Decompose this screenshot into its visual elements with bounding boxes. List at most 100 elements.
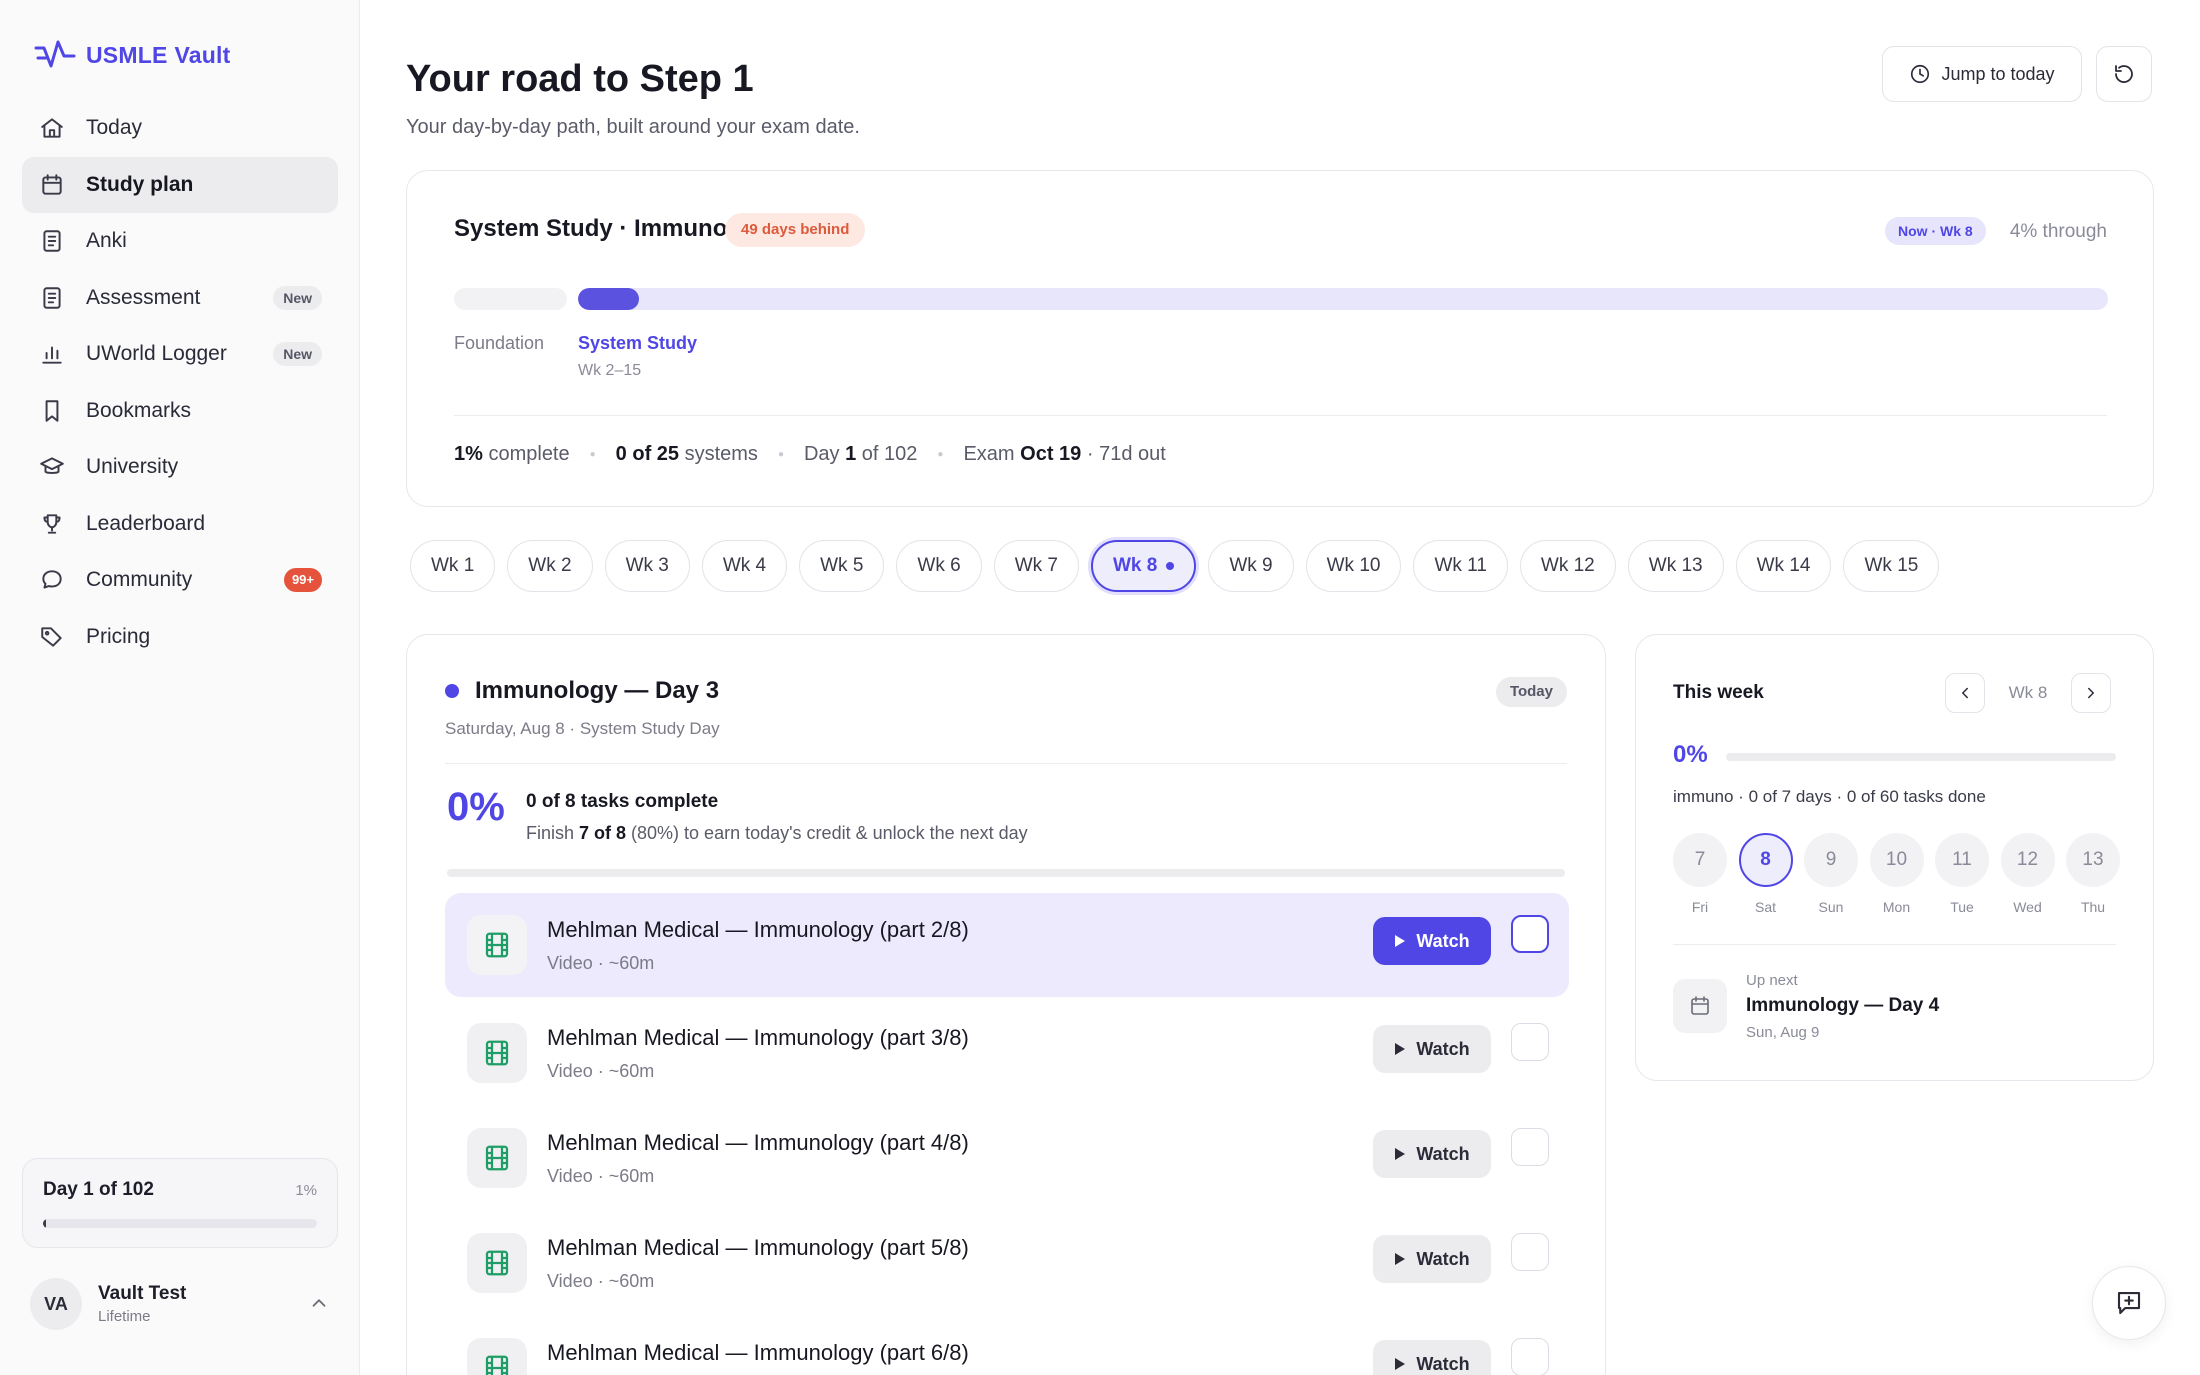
day-tasks-complete: 0 of 8 tasks complete [526,791,719,812]
divider [445,763,1567,764]
day-credit-hint: Finish 7 of 8 (80%) to earn today's cred… [526,823,1028,843]
week-day-fri[interactable]: 7 Fri [1673,833,1727,915]
behind-badge: 49 days behind [725,213,866,247]
week-tabs: Wk 1 Wk 2 Wk 3 Wk 4 Wk 5 Wk 6 Wk 7 Wk 8 Wk 9 Wk 1… [410,540,1940,592]
refresh-button[interactable] [2096,46,2152,102]
week-tab-label: Wk 10 [1326,555,1381,576]
task-title: Mehlman Medical — Immunology (part 5/8) [547,1235,969,1260]
sidebar-nav: Today Study plan Anki Assessment New UWor… [22,100,338,665]
sidebar-item-label: Community [86,568,193,591]
week-day-sat[interactable]: 8 Sat [1738,833,1793,915]
up-next-title[interactable]: Immunology — Day 4 [1746,995,1939,1017]
week-tab-5[interactable]: Wk 5 [799,540,885,592]
week-tab-13[interactable]: Wk 13 [1627,540,1724,592]
up-next-label: Up next [1746,972,1798,989]
week-tab-label: Wk 1 [431,555,475,576]
week-tab-7[interactable]: Wk 7 [993,540,1079,592]
week-summary: immuno · 0 of 7 days · 0 of 60 tasks don… [1673,787,1986,806]
stat-exam: Exam Oct 19 · 71d out [963,443,1166,465]
jump-to-today-button[interactable]: Jump to today [1882,46,2082,102]
watch-button[interactable]: Watch [1373,1025,1491,1073]
task-checkbox[interactable] [1511,1338,1549,1375]
week-day-thu[interactable]: 13 Thu [2066,833,2120,915]
play-icon [1395,935,1406,947]
watch-button[interactable]: Watch [1373,1340,1491,1375]
day-name: Wed [2013,899,2042,915]
sidebar-item-study-plan[interactable]: Study plan [22,156,338,213]
week-tab-15[interactable]: Wk 15 [1843,540,1940,592]
week-tab-label: Wk 12 [1540,555,1595,576]
week-tab-9[interactable]: Wk 9 [1208,540,1294,592]
sidebar-item-anki[interactable]: Anki [22,213,338,269]
day-number: 8 [1738,833,1793,887]
watch-button[interactable]: Watch [1373,917,1491,965]
chevron-left-icon [1962,687,1968,699]
sidebar-item-assessment[interactable]: Assessment New [22,270,338,326]
document-icon [38,284,66,312]
user-name: Vault Test [98,1283,187,1304]
sidebar-item-uworld-logger[interactable]: UWorld Logger New [22,326,338,382]
feedback-button[interactable] [2092,1266,2166,1340]
sidebar-item-today[interactable]: Today [22,100,338,156]
film-icon [467,1338,527,1375]
previous-week-button[interactable] [1945,673,1985,713]
sidebar-item-label: Bookmarks [86,398,192,422]
task-title: Mehlman Medical — Immunology (part 3/8) [547,1025,969,1050]
task-checkbox[interactable] [1511,1233,1549,1271]
week-tab-14[interactable]: Wk 14 [1735,540,1832,592]
watch-button[interactable]: Watch [1373,1235,1491,1283]
stat-day: Day 1 of 102 [803,443,918,465]
week-tab-label: Wk 14 [1756,555,1811,576]
trophy-icon [38,510,66,538]
task-item[interactable]: Mehlman Medical — Immunology (part 6/8) … [445,1316,1569,1375]
week-tab-4[interactable]: Wk 4 [701,540,788,592]
week-tab-10[interactable]: Wk 10 [1305,540,1402,592]
week-tab-label: Wk 2 [528,555,572,576]
week-day-sun[interactable]: 9 Sun [1804,833,1858,915]
week-tab-12[interactable]: Wk 12 [1519,540,1616,592]
day-percent: 0% [447,785,505,829]
day-number: 7 [1673,833,1727,887]
week-day-tue[interactable]: 11 Tue [1935,833,1989,915]
task-checkbox[interactable] [1511,915,1549,953]
week-tab-label: Wk 15 [1864,555,1919,576]
week-tab-1[interactable]: Wk 1 [410,540,496,592]
day-name: Fri [1691,899,1709,915]
day-title: Immunology — Day 3 [475,677,720,704]
foundation-label: Foundation [454,333,545,353]
task-meta: Video · ~60m [547,1271,655,1291]
chevron-up-icon[interactable] [308,1292,330,1314]
sidebar-item-university[interactable]: University [22,439,338,495]
sidebar-item-pricing[interactable]: Pricing [22,609,338,665]
task-item[interactable]: Mehlman Medical — Immunology (part 3/8) … [445,1001,1569,1105]
task-item[interactable]: Mehlman Medical — Immunology (part 5/8) … [445,1211,1569,1315]
system-study-track-fill [578,288,640,310]
week-tab-3[interactable]: Wk 3 [604,540,690,592]
watch-button[interactable]: Watch [1373,1130,1491,1178]
sidebar-item-community[interactable]: Community 99+ [22,552,338,608]
week-day-wed[interactable]: 12 Wed [2000,833,2055,915]
divider [454,415,2107,416]
divider [1673,944,2116,945]
task-checkbox[interactable] [1511,1128,1549,1166]
week-tab-11[interactable]: Wk 11 [1413,540,1508,592]
user-menu[interactable]: VA Vault Test Lifetime [30,1276,330,1332]
task-item[interactable]: Mehlman Medical — Immunology (part 4/8) … [445,1106,1569,1210]
task-title: Mehlman Medical — Immunology (part 4/8) [547,1130,969,1155]
day-number: 9 [1804,833,1858,887]
task-item[interactable]: Mehlman Medical — Immunology (part 2/8) … [445,893,1569,997]
week-tab-8[interactable]: Wk 8 [1090,540,1197,592]
sidebar-item-leaderboard[interactable]: Leaderboard [22,496,338,552]
task-checkbox[interactable] [1511,1023,1549,1061]
film-icon [467,1233,527,1293]
week-day-mon[interactable]: 10 Mon [1869,833,1924,915]
up-next-date: Sun, Aug 9 [1746,1024,1820,1041]
day-number: 12 [2000,833,2055,887]
week-tab-label: Wk 9 [1229,555,1273,576]
brand-logo[interactable]: USMLE Vault [34,38,230,72]
week-tab-2[interactable]: Wk 2 [507,540,593,592]
week-tab-6[interactable]: Wk 6 [896,540,982,592]
task-title: Mehlman Medical — Immunology (part 2/8) [547,917,969,942]
sidebar-item-bookmarks[interactable]: Bookmarks [22,383,338,439]
next-week-button[interactable] [2071,673,2111,713]
